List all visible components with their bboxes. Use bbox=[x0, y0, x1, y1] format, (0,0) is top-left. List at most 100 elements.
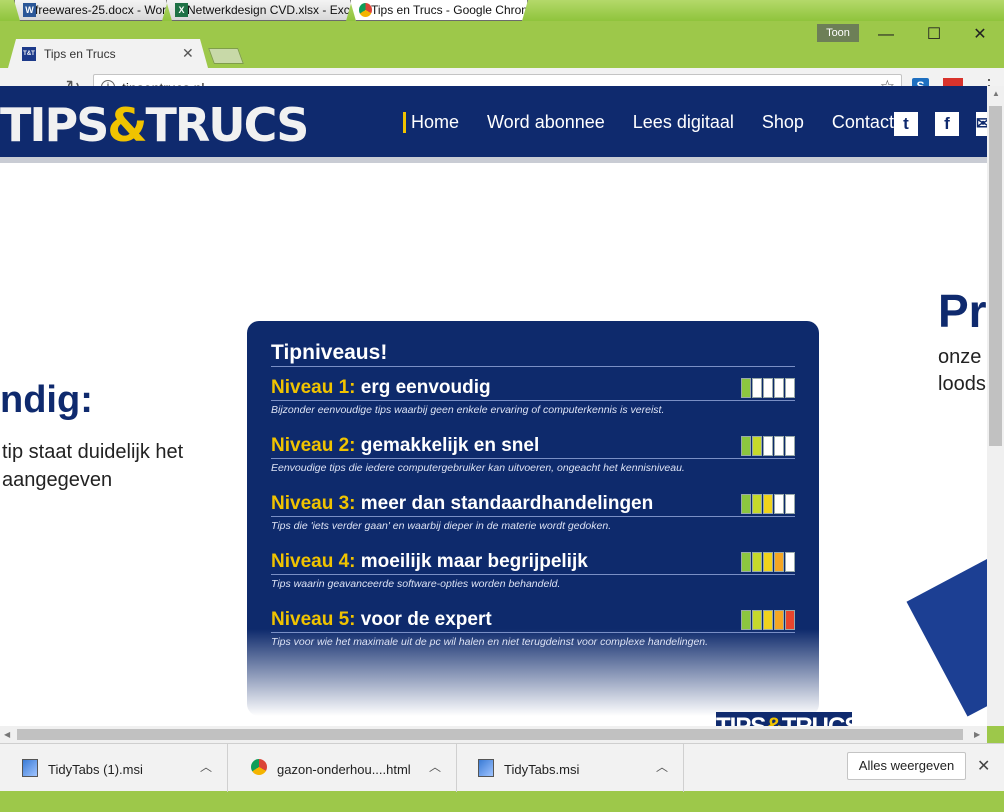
divider bbox=[271, 574, 795, 575]
tip-levels-card: Tipniveaus! Niveau 1: erg eenvoudig Bijzo… bbox=[247, 321, 819, 716]
downloads-bar: TidyTabs (1).msi ︿ gazon-onderhou....htm… bbox=[0, 743, 1004, 792]
difficulty-meter bbox=[741, 552, 795, 572]
tip-level-row: Niveau 5: voor de expert Tips voor wie he… bbox=[271, 609, 795, 663]
scroll-left-icon[interactable]: ◀ bbox=[4, 730, 10, 739]
tip-level-description: Bijzonder eenvoudige tips waarbij geen e… bbox=[271, 404, 665, 416]
chevron-up-icon[interactable]: ︿ bbox=[200, 758, 212, 775]
twitter-icon[interactable]: t bbox=[894, 112, 918, 136]
minimize-icon[interactable]: — bbox=[871, 25, 901, 45]
download-item[interactable]: gazon-onderhou....html ︿ bbox=[229, 744, 457, 792]
tip-level-name: Niveau 3: meer dan standaardhandelingen bbox=[271, 493, 653, 515]
tab-title: Tips en Trucs bbox=[44, 47, 116, 61]
nav-contact[interactable]: Contact bbox=[832, 112, 894, 133]
scroll-right-icon[interactable]: ▶ bbox=[974, 730, 980, 739]
logo-text: TRUCS bbox=[145, 98, 309, 152]
logo-amp: & bbox=[765, 713, 782, 726]
browser-tab[interactable]: T&T Tips en Trucs ✕ bbox=[8, 39, 208, 68]
close-downloads-icon[interactable]: ✕ bbox=[977, 756, 990, 776]
download-filename: TidyTabs.msi bbox=[504, 762, 580, 777]
tip-level-row: Niveau 4: moeilijk maar begrijpelijk Tips… bbox=[271, 551, 795, 605]
new-tab-button[interactable] bbox=[208, 48, 244, 64]
tidytabs-strip: W freewares-25.docx - Word X Netwerkdesi… bbox=[0, 0, 1004, 21]
nav-shop[interactable]: Shop bbox=[762, 112, 804, 133]
meter-segment bbox=[763, 378, 773, 398]
tidytab-label: Tips en Trucs - Google Chrome bbox=[371, 3, 528, 17]
tidytab-word[interactable]: W freewares-25.docx - Word bbox=[14, 0, 168, 21]
msi-icon bbox=[478, 759, 494, 777]
horizontal-scroll-thumb[interactable] bbox=[17, 729, 963, 740]
tip-level-title: erg eenvoudig bbox=[360, 377, 491, 398]
nav-word-abonnee[interactable]: Word abonnee bbox=[487, 112, 605, 133]
meter-segment bbox=[785, 610, 795, 630]
site-logo[interactable]: TIPS&TRUCS bbox=[0, 98, 309, 152]
slide-heading-left: ndig: bbox=[0, 379, 93, 421]
chevron-up-icon[interactable]: ︿ bbox=[429, 758, 441, 775]
tidytab-chrome[interactable]: Tips en Trucs - Google Chrome bbox=[350, 0, 528, 21]
chrome-icon bbox=[359, 3, 372, 17]
divider bbox=[271, 366, 795, 367]
nav-lees-digitaal[interactable]: Lees digitaal bbox=[633, 112, 734, 133]
meter-segment bbox=[752, 494, 762, 514]
tip-level-label: Niveau 4: bbox=[271, 551, 356, 572]
divider bbox=[271, 516, 795, 517]
maximize-icon[interactable]: ☐ bbox=[919, 25, 949, 45]
main-nav: Home Word abonnee Lees digitaal Shop Con… bbox=[403, 112, 922, 133]
download-filename: TidyTabs (1).msi bbox=[48, 762, 143, 777]
word-icon: W bbox=[23, 3, 36, 17]
divider bbox=[271, 632, 795, 633]
facebook-icon[interactable]: f bbox=[935, 112, 959, 136]
tip-level-name: Niveau 5: voor de expert bbox=[271, 609, 492, 631]
chrome-titlebar: T&T Tips en Trucs ✕ Toon — ☐ ✕ bbox=[0, 21, 1004, 68]
logo-text: TRUCS bbox=[782, 713, 861, 726]
tip-level-description: Tips voor wie het maximale uit de pc wil… bbox=[271, 636, 709, 648]
site-header: TIPS&TRUCS Home Word abonnee Lees digita… bbox=[0, 86, 987, 163]
meter-segment bbox=[741, 494, 751, 514]
slide-heading-right: Pr bbox=[938, 285, 987, 337]
tip-level-name: Niveau 4: moeilijk maar begrijpelijk bbox=[271, 551, 588, 573]
meter-segment bbox=[752, 378, 762, 398]
profile-button[interactable]: Toon bbox=[817, 24, 859, 42]
meter-segment bbox=[774, 610, 784, 630]
vertical-scrollbar[interactable]: ▲ bbox=[987, 86, 1004, 726]
meter-segment bbox=[785, 378, 795, 398]
meter-segment bbox=[752, 552, 762, 572]
scroll-up-icon[interactable]: ▲ bbox=[992, 89, 1000, 98]
meter-segment bbox=[752, 610, 762, 630]
tidytab-label: freewares-25.docx - Word bbox=[35, 3, 168, 17]
close-window-icon[interactable]: ✕ bbox=[965, 25, 995, 45]
page-viewport: TIPS&TRUCS Home Word abonnee Lees digita… bbox=[0, 86, 987, 726]
mail-icon[interactable]: ✉ bbox=[976, 112, 987, 136]
tip-level-row: Niveau 3: meer dan standaardhandelingen T… bbox=[271, 493, 795, 547]
slide-text-line: onze bbox=[938, 346, 982, 368]
horizontal-scrollbar[interactable]: ◀ ▶ bbox=[0, 726, 987, 743]
tip-level-title: gemakkelijk en snel bbox=[360, 435, 540, 456]
vertical-scroll-thumb[interactable] bbox=[989, 106, 1002, 446]
tip-level-description: Tips waarin geavanceerde software-opties… bbox=[271, 578, 561, 590]
meter-segment bbox=[774, 436, 784, 456]
meter-segment bbox=[785, 552, 795, 572]
tip-level-name: Niveau 2: gemakkelijk en snel bbox=[271, 435, 539, 457]
show-all-downloads-button[interactable]: Alles weergeven bbox=[847, 752, 966, 780]
tip-level-label: Niveau 3: bbox=[271, 493, 356, 514]
tip-level-title: voor de expert bbox=[360, 609, 492, 630]
difficulty-meter bbox=[741, 436, 795, 456]
chrome-icon bbox=[251, 759, 267, 775]
download-item[interactable]: TidyTabs.msi ︿ bbox=[456, 744, 684, 792]
tip-level-name: Niveau 1: erg eenvoudig bbox=[271, 377, 491, 399]
decorative-shape bbox=[906, 545, 987, 717]
meter-segment bbox=[763, 552, 773, 572]
meter-segment bbox=[774, 552, 784, 572]
meter-segment bbox=[774, 378, 784, 398]
excel-icon: X bbox=[175, 3, 188, 17]
close-tab-icon[interactable]: ✕ bbox=[182, 45, 194, 62]
tipcard-logo: TIPS&TRUCS bbox=[716, 712, 860, 726]
nav-home[interactable]: Home bbox=[403, 112, 459, 133]
logo-text: TIPS bbox=[0, 98, 109, 152]
slide-text-left: tip staat duidelijk het aangegeven bbox=[2, 441, 184, 491]
tab-favicon: T&T bbox=[22, 47, 36, 61]
meter-segment bbox=[741, 378, 751, 398]
tip-level-title: moeilijk maar begrijpelijk bbox=[360, 551, 588, 572]
tidytab-excel[interactable]: X Netwerkdesign CVD.xlsx - Excel bbox=[166, 0, 352, 21]
download-item[interactable]: TidyTabs (1).msi ︿ bbox=[0, 744, 228, 792]
chevron-up-icon[interactable]: ︿ bbox=[656, 758, 668, 775]
